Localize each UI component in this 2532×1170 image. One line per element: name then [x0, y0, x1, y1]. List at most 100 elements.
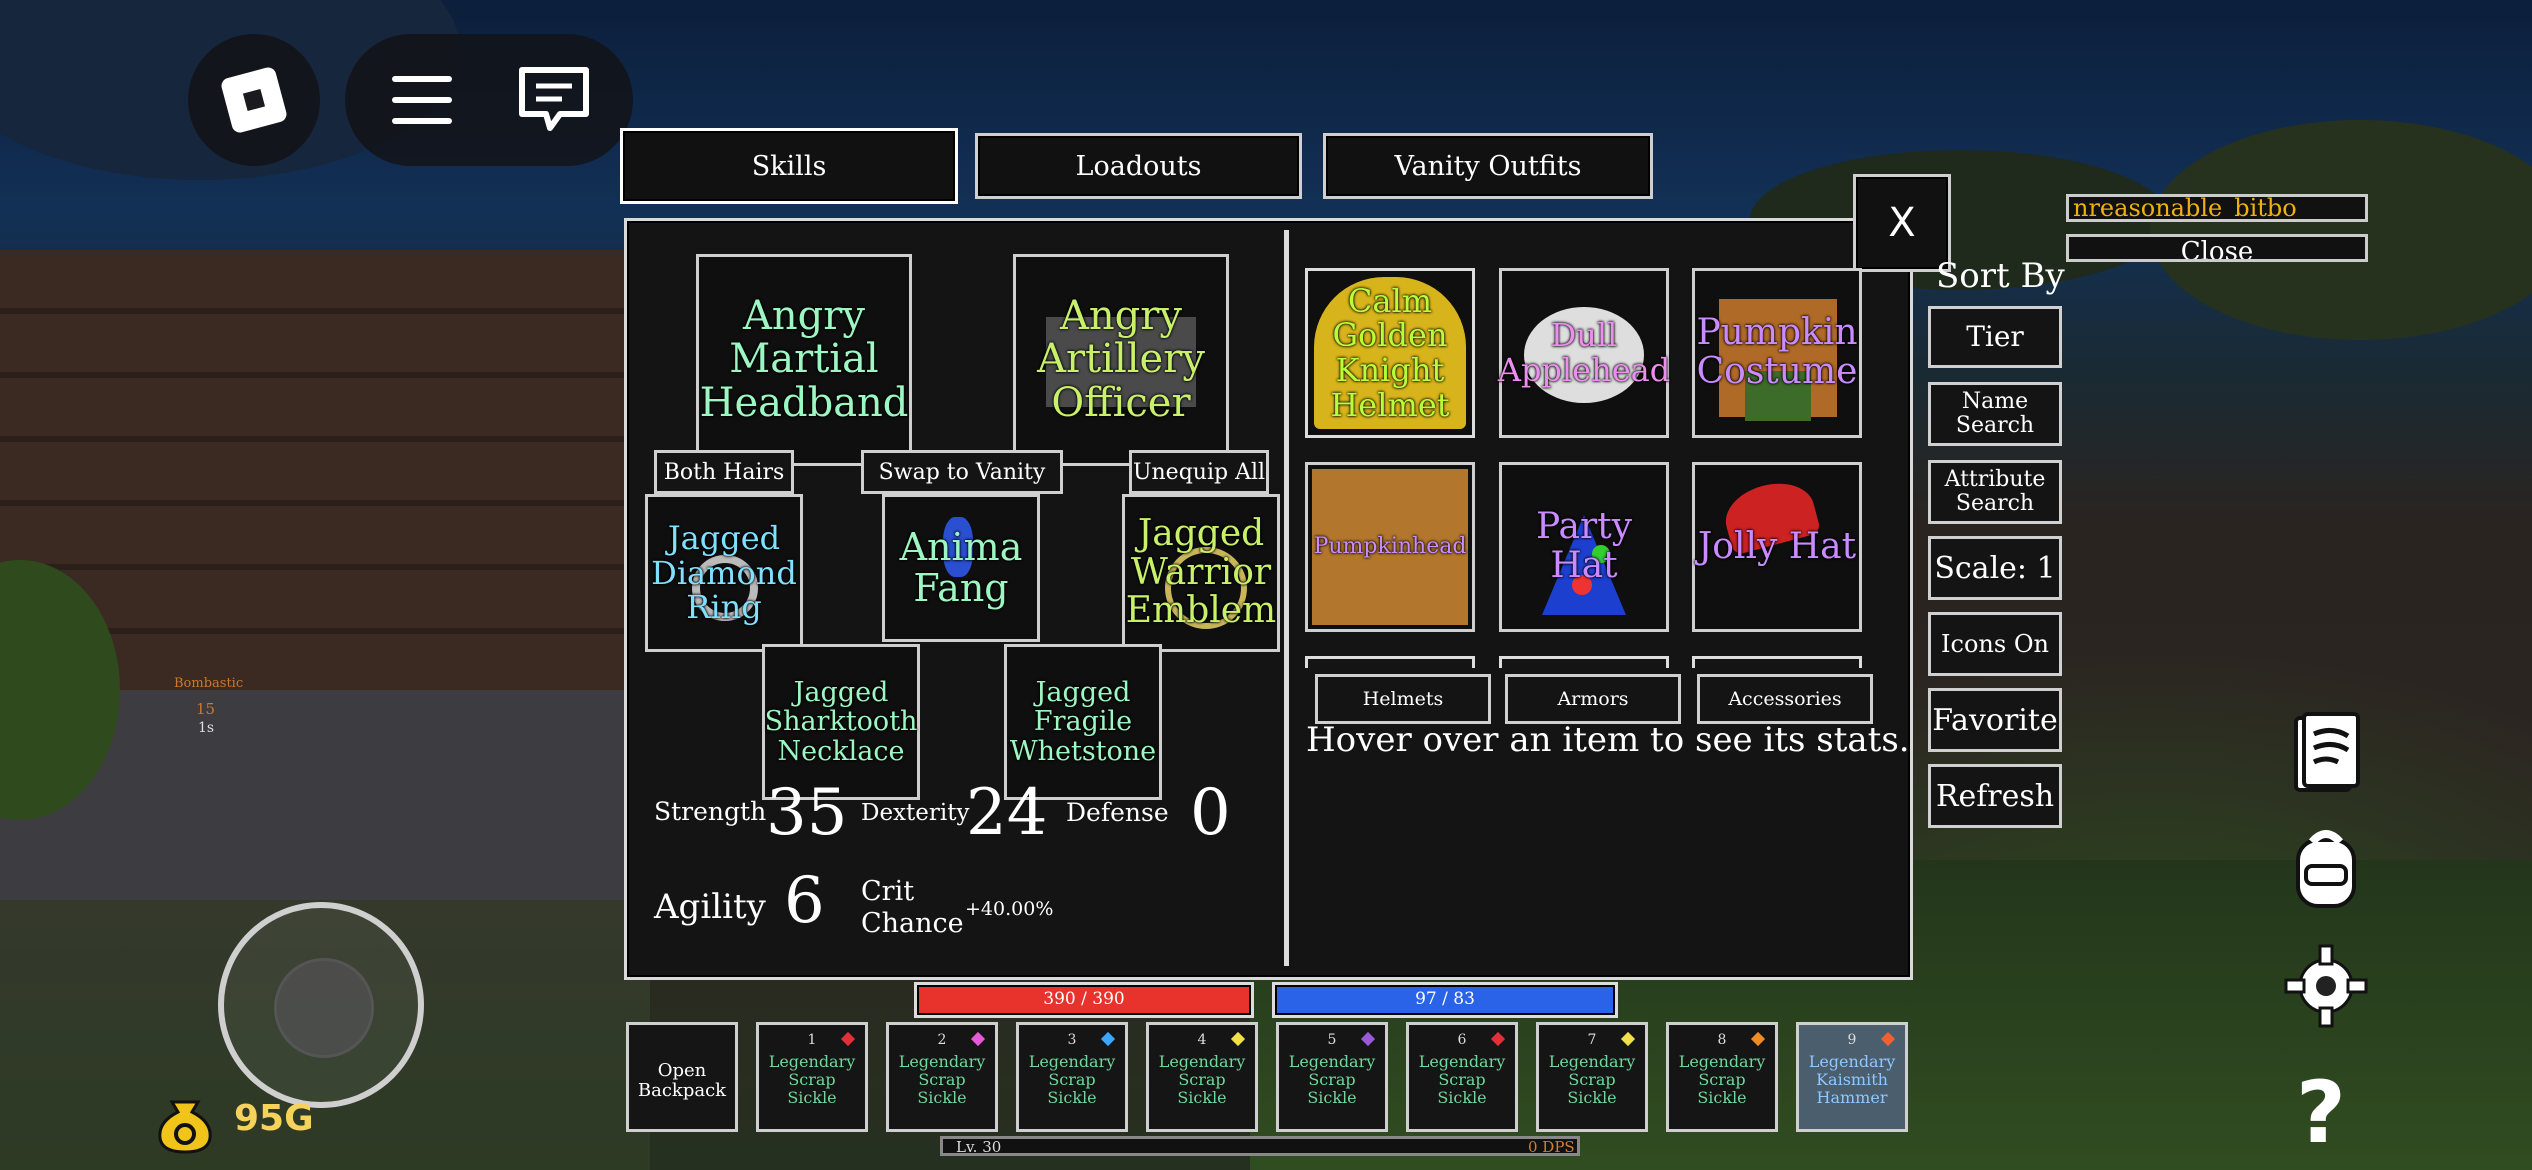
category-helmets[interactable]: Helmets — [1315, 674, 1491, 724]
tab-loadouts[interactable]: Loadouts — [975, 133, 1302, 199]
inventory-item[interactable]: Jolly Hat — [1692, 462, 1862, 632]
equip-slot-emblem[interactable]: Jagged Warrior Emblem — [1122, 494, 1280, 652]
hotbar-slot[interactable]: 3 Legendary Scrap Sickle — [1016, 1022, 1128, 1132]
strength-value: 35 — [766, 776, 848, 850]
hotbar-slot[interactable]: 5 Legendary Scrap Sickle — [1276, 1022, 1388, 1132]
dps-text: 0 DPS — [1528, 1138, 1575, 1156]
equip-slot-fang-label: Anima Fang — [899, 524, 1023, 610]
category-armors[interactable]: Armors — [1505, 674, 1681, 724]
sort-by-title: Sort By — [1936, 256, 2065, 296]
help-icon[interactable]: ? — [2290, 1068, 2352, 1158]
hotbar-slot[interactable]: 9 Legendary Kaismith Hammer — [1796, 1022, 1908, 1132]
hotbar-slot-label: Legendary Scrap Sickle — [1288, 1052, 1376, 1107]
hotbar-slot[interactable]: 7 Legendary Scrap Sickle — [1536, 1022, 1648, 1132]
open-backpack-line1: Open — [657, 1060, 707, 1081]
hotbar-slot-label: Legendary Scrap Sickle — [1158, 1052, 1246, 1107]
mana-text: 97 / 83 — [1415, 989, 1475, 1009]
both-hairs-button[interactable]: Both Hairs — [654, 450, 794, 494]
agility-label: Agility — [654, 887, 766, 927]
inventory-item-label: Calm Golden Knight Helmet — [1330, 281, 1450, 424]
inventory-item[interactable]: Calm Golden Knight Helmet — [1305, 268, 1475, 438]
dexterity-label: Dexterity — [861, 800, 970, 826]
inventory-item-label: Dull Applehead — [1497, 316, 1671, 389]
hover-hint: Hover over an item to see its stats. — [1306, 720, 1910, 760]
settings-gear-icon[interactable] — [2284, 944, 2368, 1028]
journal-icon[interactable] — [2292, 712, 2362, 796]
hotbar-slot[interactable]: 4 Legendary Scrap Sickle — [1146, 1022, 1258, 1132]
equip-slot-officer[interactable]: Angry Artillery Officer — [1013, 254, 1229, 466]
movement-joystick[interactable] — [218, 902, 424, 1108]
sort-tier-button[interactable]: Tier — [1928, 306, 2062, 368]
inventory-item-label: Pumpkin Costume — [1696, 312, 1858, 392]
inventory-row-partial — [1305, 656, 1475, 668]
inventory-item[interactable]: Pumpkinhead — [1305, 462, 1475, 632]
inventory-item[interactable]: Party Hat — [1499, 462, 1669, 632]
gold-bag-icon — [154, 1092, 216, 1154]
roblox-logo-icon — [219, 65, 289, 135]
hotbar-slot-label: Legendary Scrap Sickle — [768, 1052, 856, 1107]
player-level: 15 — [196, 700, 216, 718]
hotbar-slot-label: Legendary Scrap Sickle — [1028, 1052, 1116, 1107]
refresh-button[interactable]: Refresh — [1928, 764, 2062, 828]
open-backpack-line2: Backpack — [637, 1080, 727, 1101]
hotbar-slot[interactable]: 6 Legendary Scrap Sickle — [1406, 1022, 1518, 1132]
search-close-button[interactable]: Close — [2066, 234, 2368, 262]
hotbar-slot[interactable]: 2 Legendary Scrap Sickle — [886, 1022, 998, 1132]
xp-bar — [940, 1136, 1580, 1156]
favorite-button[interactable]: Favorite — [1928, 688, 2062, 752]
scale-button[interactable]: Scale: 1 — [1928, 536, 2062, 600]
gold-amount: 95G — [234, 1098, 314, 1139]
attribute-search-line2: Search — [1955, 491, 2035, 516]
inventory-item-label: Jolly Hat — [1697, 525, 1857, 567]
panel-divider — [1284, 230, 1289, 966]
tab-skills[interactable]: Skills — [620, 128, 958, 204]
equip-slot-head[interactable]: Angry Martial Headband — [696, 254, 912, 466]
unequip-all-button[interactable]: Unequip All — [1129, 450, 1269, 494]
equip-slot-fang[interactable]: Anima Fang — [882, 494, 1040, 642]
equip-slot-ring-label: Jagged Diamond Ring — [651, 519, 797, 627]
hotbar-slot[interactable]: 8 Legendary Scrap Sickle — [1666, 1022, 1778, 1132]
health-text: 390 / 390 — [1043, 989, 1125, 1009]
joystick-thumb[interactable] — [274, 958, 374, 1058]
open-backpack-button[interactable]: Open Backpack — [626, 1022, 738, 1132]
search-box[interactable]: nreasonable_bitbo — [2066, 194, 2368, 222]
hamburger-menu-icon[interactable] — [392, 76, 452, 126]
backpack-icon[interactable] — [2292, 826, 2360, 910]
equip-slot-necklace-label: Jagged Sharktooth Necklace — [764, 677, 918, 767]
player-sub: 1s — [198, 720, 215, 736]
inventory-item[interactable]: Dull Applehead — [1497, 268, 1671, 438]
equip-slot-officer-label: Angry Artillery Officer — [1037, 293, 1205, 426]
swap-to-vanity-button[interactable]: Swap to Vanity — [861, 450, 1063, 494]
category-accessories[interactable]: Accessories — [1697, 674, 1873, 724]
inventory-item[interactable]: Pumpkin Costume — [1692, 268, 1862, 438]
defense-value: 0 — [1190, 776, 1231, 850]
equip-slot-emblem-label: Jagged Warrior Emblem — [1125, 512, 1277, 632]
inventory-item-label: Party Hat — [1535, 506, 1633, 586]
defense-label: Defense — [1066, 798, 1169, 827]
crit-label-line2: Chance — [861, 908, 964, 939]
icons-toggle-button[interactable]: Icons On — [1928, 612, 2062, 676]
crit-label-line1: Crit — [861, 876, 915, 907]
hotbar-slot-label: Legendary Kaismith Hammer — [1808, 1052, 1896, 1107]
name-search-button[interactable]: Name Search — [1928, 382, 2062, 446]
hotbar-slot-label: Legendary Scrap Sickle — [898, 1052, 986, 1107]
roblox-menu-button[interactable] — [188, 34, 320, 166]
hotbar-slot[interactable]: 1 Legendary Scrap Sickle — [756, 1022, 868, 1132]
name-search-line1: Name — [1961, 388, 2029, 414]
tab-vanity-outfits[interactable]: Vanity Outfits — [1323, 133, 1653, 199]
dexterity-value: 24 — [966, 776, 1048, 850]
hotbar-slot-label: Legendary Scrap Sickle — [1418, 1052, 1506, 1107]
attribute-search-button[interactable]: Attribute Search — [1928, 460, 2062, 524]
player-name: Bombastic — [174, 676, 244, 691]
attribute-search-line1: Attribute — [1944, 466, 2046, 492]
equip-slot-ring[interactable]: Jagged Diamond Ring — [645, 494, 803, 652]
strength-label: Strength — [654, 797, 767, 826]
crit-value: +40.00% — [965, 898, 1054, 920]
equip-slot-whetstone-label: Jagged Fragile Whetstone — [1009, 677, 1157, 767]
hotbar-slot-label: Legendary Scrap Sickle — [1548, 1052, 1636, 1107]
health-bar: 390 / 390 — [914, 982, 1254, 1018]
inventory-item-label: Pumpkinhead — [1313, 534, 1467, 560]
inventory-row-partial — [1499, 656, 1669, 668]
mana-bar: 97 / 83 — [1272, 982, 1618, 1018]
chat-icon[interactable] — [516, 64, 592, 134]
